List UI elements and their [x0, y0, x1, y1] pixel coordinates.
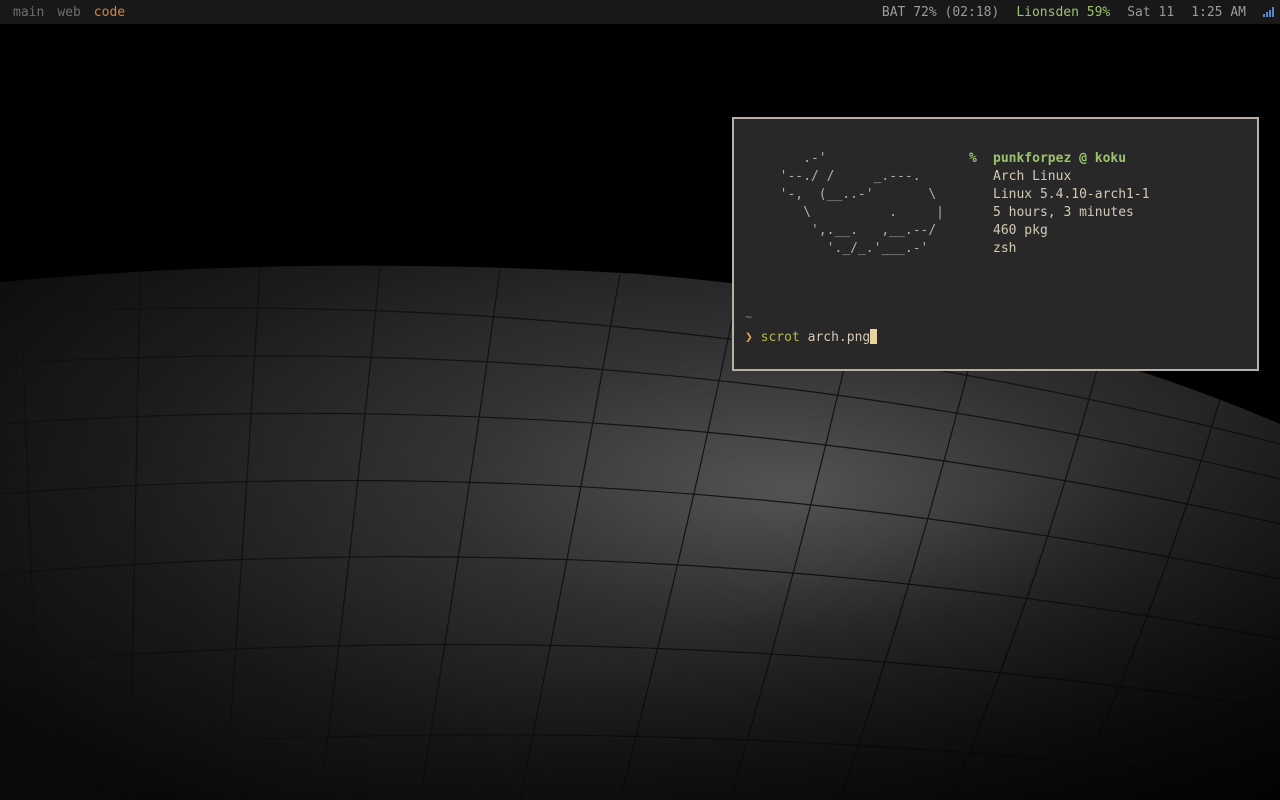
date-display: Sat 11 — [1127, 4, 1175, 20]
signal-bars-icon — [1263, 7, 1274, 17]
command-argument: arch.png — [807, 330, 871, 345]
status-area: BAT 72% (02:18) Lionsden 59% Sat 11 1:25… — [882, 0, 1280, 24]
command-name: scrot — [760, 330, 800, 345]
os-name: Arch Linux — [993, 169, 1072, 184]
user-host: punkforpez @ koku — [993, 151, 1127, 166]
text-cursor — [870, 329, 878, 344]
uptime: 5 hours, 3 minutes — [993, 205, 1134, 220]
top-status-bar: main web code BAT 72% (02:18) Lionsden 5… — [0, 0, 1280, 24]
workspace-web[interactable]: web — [57, 5, 80, 20]
workspace-main[interactable]: main — [13, 5, 44, 20]
current-directory: ~ — [745, 310, 753, 324]
arch-logo-ascii-art: .-' '--./ / _.---. '-, (__..-' \ \ . | '… — [779, 151, 945, 256]
workspace-code[interactable]: code — [94, 5, 125, 20]
wifi-status: Lionsden 59% — [1016, 4, 1111, 20]
battery-status: BAT 72% (02:18) — [881, 4, 1000, 20]
package-count: 460 pkg — [993, 223, 1048, 238]
prompt-chevron-icon: ❯ — [745, 330, 753, 345]
terminal-window[interactable]: .-' '--./ / _.---. '-, (__..-' \ \ . | '… — [732, 117, 1259, 371]
clock: 1:25 AM — [1191, 4, 1246, 20]
kernel-version: Linux 5.4.10-arch1-1 — [993, 187, 1150, 202]
shell-name: zsh — [993, 241, 1017, 256]
system-info: punkforpez @ koku Arch Linux Linux 5.4.1… — [993, 150, 1150, 258]
command-prompt[interactable]: ❯ scrot arch.png — [745, 329, 878, 345]
fetch-percent-marker: % — [969, 151, 977, 166]
